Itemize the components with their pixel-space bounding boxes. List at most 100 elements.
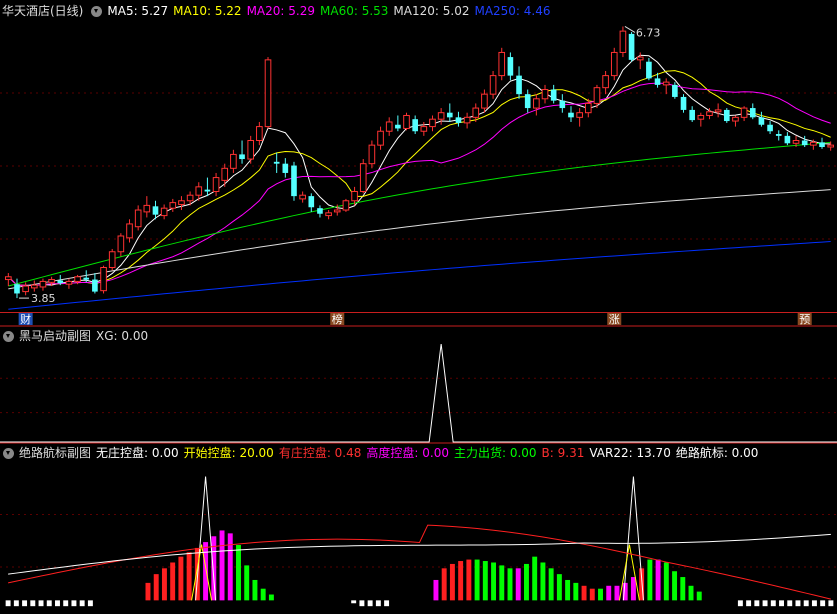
candle-body [524, 94, 531, 109]
juelu-bar [565, 579, 571, 601]
ma10-line [7, 70, 831, 286]
juelu-bar [63, 600, 69, 607]
juelu-bar [244, 565, 250, 601]
high-label: 6.73 [636, 26, 661, 39]
juelu-bar [573, 582, 579, 601]
juelu-bar [46, 600, 52, 607]
candle-body [126, 223, 133, 239]
candle-body [489, 75, 497, 95]
candle-body [359, 163, 367, 192]
candle-body [385, 121, 393, 132]
juelu-bar [762, 600, 768, 607]
candle-body [22, 285, 29, 293]
juelu-bar [22, 600, 28, 607]
juelu-bar [589, 588, 595, 601]
candle-body [619, 30, 627, 53]
juelu-bar [811, 600, 817, 607]
juelu-bar [186, 552, 192, 601]
candle-body [108, 251, 116, 269]
juelu-bar [30, 600, 36, 607]
candle-body [775, 134, 782, 136]
juelu-bar [548, 568, 554, 601]
candle-body [83, 277, 90, 280]
candle-body [689, 109, 695, 121]
juelu-bar [680, 577, 686, 601]
candle-body [749, 108, 756, 118]
candle-body [152, 206, 159, 215]
juelu-bar [87, 600, 93, 607]
candle-body [74, 276, 81, 282]
candle-body [498, 51, 506, 77]
candle-body [576, 112, 583, 118]
candle-body [5, 276, 12, 281]
candle-body [325, 212, 332, 217]
candle-body [654, 78, 661, 85]
candle-body [239, 154, 245, 160]
candlesticks [5, 26, 834, 299]
juelu-bar [647, 559, 653, 601]
juelu-bar [170, 562, 176, 601]
candle-body [195, 186, 203, 196]
candle-body [317, 208, 323, 214]
candle-body [14, 284, 20, 294]
candle-body [342, 200, 350, 211]
candle-body [706, 111, 713, 116]
marker-label: 涨 [609, 313, 620, 326]
candle-body [810, 141, 817, 146]
candle-body [39, 280, 47, 288]
candle-body [784, 135, 791, 144]
candle-body [264, 59, 272, 128]
candle-body [100, 267, 107, 292]
candle-body [516, 75, 522, 95]
panel-dividers [0, 312, 837, 444]
juelu-bar [474, 559, 480, 601]
candle-body [697, 114, 705, 120]
candle-body [437, 112, 445, 120]
candle-body [455, 117, 462, 123]
juelu-bar [820, 600, 826, 607]
juelu-bar [540, 562, 546, 601]
juelu-bar [203, 542, 209, 601]
candle-body [672, 84, 678, 97]
candle-body [117, 235, 125, 253]
juelu-bar [449, 563, 455, 601]
juelu-bar [375, 600, 381, 607]
juelu-lines [8, 476, 832, 601]
candle-body [646, 61, 652, 79]
juelu-bar [153, 574, 159, 601]
juelu-bar [5, 600, 11, 607]
candle-body [204, 189, 211, 192]
juelu-bar [178, 556, 184, 601]
juelu-bar [787, 600, 793, 607]
ma-lines [7, 54, 831, 310]
juelu-bar [227, 533, 233, 601]
candle-body [57, 280, 64, 284]
stock-chart[interactable]: 6.73 3.85 财 榜 涨 预 [0, 0, 837, 614]
juelu-bar [746, 600, 752, 607]
juelu-bar [441, 568, 447, 601]
juelu-bar [754, 600, 760, 607]
juelu-bar [737, 600, 743, 607]
juelu-bar [688, 585, 694, 601]
candle-body [186, 194, 194, 202]
juelu-bar [482, 561, 488, 601]
juelu-bar [515, 568, 521, 601]
candle-body [143, 204, 151, 213]
candle-body [299, 194, 306, 200]
juelu-bar [13, 600, 19, 607]
juelu-bar [351, 600, 357, 604]
juelu-bar [367, 600, 373, 607]
ma120-line [8, 189, 831, 290]
juelu-bar [458, 561, 464, 601]
ma250-line [8, 241, 831, 310]
juelu-bar [770, 600, 776, 607]
marker-label: 预 [799, 313, 810, 326]
juelu-bar [556, 574, 562, 601]
candle-body [541, 89, 549, 100]
kaishi-spike [618, 544, 640, 601]
candle-body [732, 116, 739, 122]
juelu-bar [219, 530, 225, 601]
juelu-bar [79, 600, 85, 607]
juelu-bar [606, 585, 612, 601]
juelu-bar [145, 582, 151, 601]
